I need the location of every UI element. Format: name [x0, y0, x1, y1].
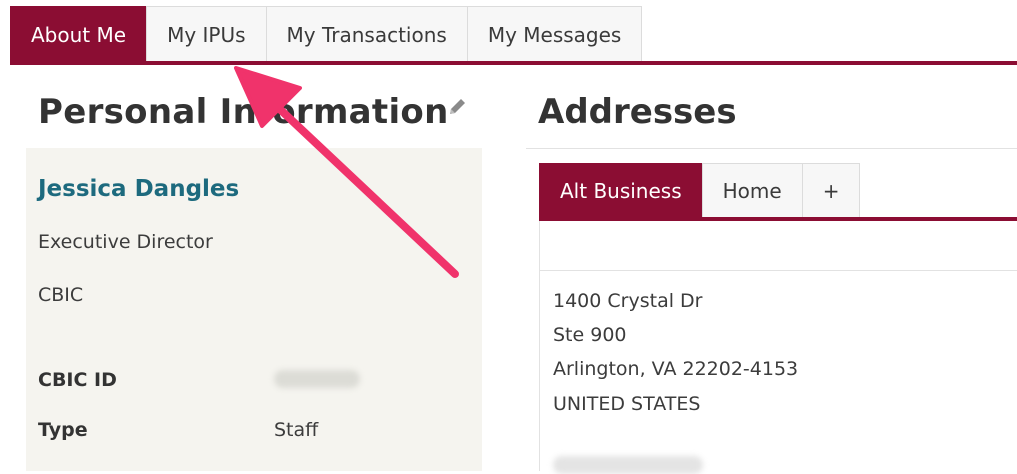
address-line-3: Arlington, VA 22202-4153: [553, 358, 799, 380]
main-tabs: About Me My IPUs My Transactions My Mess…: [10, 6, 643, 62]
personal-info-title: Personal Information: [38, 92, 449, 132]
address-panel: [539, 221, 1017, 471]
tabs-underline: [10, 61, 1017, 65]
addresses-title-rule: [526, 148, 1017, 149]
address-tabs: Alt Business Home +: [539, 163, 861, 218]
job-title: Executive Director: [38, 231, 213, 253]
member-name[interactable]: Jessica Dangles: [38, 176, 239, 202]
add-address-tab[interactable]: +: [801, 163, 861, 218]
cbic-id-value-redacted: [274, 370, 360, 388]
tab-my-messages[interactable]: My Messages: [466, 6, 643, 62]
organization: CBIC: [38, 284, 84, 306]
addresses-title: Addresses: [538, 92, 737, 132]
address-line-2: Ste 900: [553, 324, 627, 346]
address-line-4: UNITED STATES: [553, 393, 701, 415]
tab-my-ipus[interactable]: My IPUs: [146, 6, 267, 62]
tab-home[interactable]: Home: [701, 163, 803, 218]
address-extra-redacted: [553, 456, 703, 474]
type-value: Staff: [274, 419, 319, 441]
address-panel-divider: [540, 270, 1017, 271]
type-label: Type: [38, 419, 88, 441]
tab-alt-business[interactable]: Alt Business: [539, 163, 703, 218]
tab-about-me[interactable]: About Me: [10, 6, 148, 62]
pencil-icon[interactable]: [446, 96, 468, 118]
address-line-1: 1400 Crystal Dr: [553, 290, 703, 312]
tab-my-transactions[interactable]: My Transactions: [265, 6, 468, 62]
personal-info-panel: Jessica Dangles Executive Director CBIC …: [26, 148, 482, 471]
cbic-id-label: CBIC ID: [38, 369, 117, 391]
